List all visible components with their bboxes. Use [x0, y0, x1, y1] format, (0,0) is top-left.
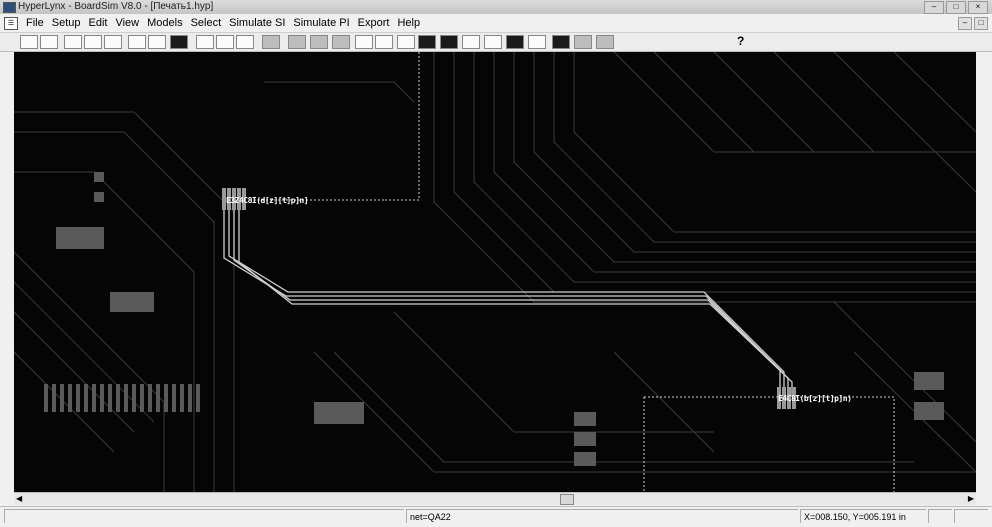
- menu-models[interactable]: Models: [143, 16, 186, 30]
- status-bar: net=QA22 X=008.150, Y=005.191 in: [0, 506, 992, 527]
- status-extra-2: [954, 509, 988, 523]
- probe-alt-button[interactable]: [375, 35, 393, 49]
- window-controls: – □ ×: [924, 1, 988, 14]
- board-wizard-button[interactable]: [104, 35, 122, 49]
- decap-button[interactable]: [574, 35, 592, 49]
- layer-alt-button[interactable]: [148, 35, 166, 49]
- crosstalk-button[interactable]: [418, 35, 436, 49]
- menu-setup[interactable]: Setup: [48, 16, 85, 30]
- select-ref-button[interactable]: [288, 35, 306, 49]
- layer-button[interactable]: [128, 35, 146, 49]
- document-icon[interactable]: ☰: [4, 17, 18, 30]
- oscilloscope-button[interactable]: [397, 35, 415, 49]
- menu-file[interactable]: File: [22, 16, 48, 30]
- board-view-button[interactable]: [84, 35, 102, 49]
- status-extra: [928, 509, 952, 523]
- scroll-right-icon[interactable]: ▶: [968, 493, 974, 505]
- fit-view-icon[interactable]: [236, 35, 254, 49]
- menu-simulate-si[interactable]: Simulate SI: [225, 16, 289, 30]
- zoom-out-icon[interactable]: [216, 35, 234, 49]
- edit-stackup-button[interactable]: [64, 35, 82, 49]
- board-canvas[interactable]: E3Z4C8I(d[z][t]p]n] E4C8I(b[z][t]p]n): [14, 52, 976, 492]
- eye-diagram-button[interactable]: [462, 35, 480, 49]
- pcb-layout: [14, 52, 976, 492]
- help-icon[interactable]: ?: [737, 34, 744, 48]
- maximize-button[interactable]: □: [946, 1, 966, 14]
- menu-simulate-pi[interactable]: Simulate PI: [289, 16, 353, 30]
- menu-bar: ☰ File Setup Edit View Models Select Sim…: [0, 14, 992, 33]
- title-bar: HyperLynx - BoardSim V8.0 - [Печать1.hyp…: [0, 0, 992, 14]
- ic-pin-rows: [44, 172, 944, 466]
- open-board-button[interactable]: [20, 35, 38, 49]
- status-net: net=QA22: [406, 509, 798, 523]
- stackup-button[interactable]: [170, 35, 188, 49]
- scroll-thumb[interactable]: [560, 494, 574, 505]
- menu-export[interactable]: Export: [354, 16, 394, 30]
- doc-restore-button[interactable]: □: [974, 17, 988, 30]
- ibis-button[interactable]: [440, 35, 458, 49]
- menu-help[interactable]: Help: [393, 16, 424, 30]
- status-message: [4, 509, 404, 523]
- menu-select[interactable]: Select: [187, 16, 226, 30]
- sparam-button[interactable]: [506, 35, 524, 49]
- doc-minimize-button[interactable]: –: [958, 17, 972, 30]
- select-net-button[interactable]: [262, 35, 280, 49]
- scroll-left-icon[interactable]: ◀: [16, 493, 22, 505]
- settings-button[interactable]: [596, 35, 614, 49]
- zoom-in-icon[interactable]: [196, 35, 214, 49]
- window-title: HyperLynx - BoardSim V8.0 - [Печать1.hyp…: [18, 1, 214, 12]
- open-board-alt-button[interactable]: [40, 35, 58, 49]
- batch-sim-button[interactable]: [484, 35, 502, 49]
- pi-sim-button[interactable]: [552, 35, 570, 49]
- highlighted-net-traces: [223, 202, 793, 397]
- status-coordinates: X=008.150, Y=005.191 in: [800, 509, 926, 523]
- menu-view[interactable]: View: [111, 16, 143, 30]
- select-ic-button[interactable]: [310, 35, 328, 49]
- background-traces: [14, 52, 976, 492]
- horizontal-scrollbar[interactable]: ◀ ▶: [14, 492, 976, 505]
- document-window-controls: – □: [958, 17, 988, 30]
- close-button[interactable]: ×: [968, 1, 988, 14]
- toolbar: ?: [0, 33, 992, 52]
- spectrum-button[interactable]: [528, 35, 546, 49]
- app-icon: [3, 2, 16, 13]
- probe-button[interactable]: [355, 35, 373, 49]
- minimize-button[interactable]: –: [924, 1, 944, 14]
- menu-edit[interactable]: Edit: [84, 16, 111, 30]
- terminator-button[interactable]: [332, 35, 350, 49]
- ref-designator-label: E3Z4C8I(d[z][t]p]n]: [226, 196, 309, 205]
- ref-designator-label: E4C8I(b[z][t]p]n): [778, 394, 852, 403]
